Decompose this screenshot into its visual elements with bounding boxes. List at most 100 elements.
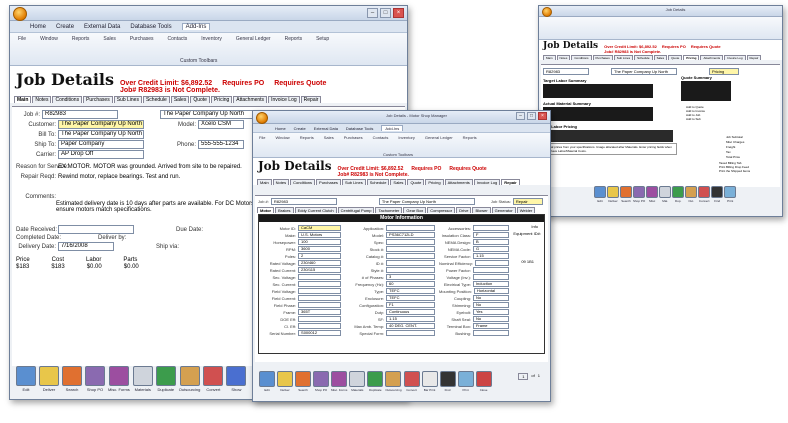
field-value[interactable]	[298, 323, 341, 329]
search-tool[interactable]: Search	[620, 186, 632, 203]
office-button-icon[interactable]	[542, 7, 552, 17]
job-status-field[interactable]: Repair	[512, 198, 543, 205]
field-value[interactable]: 3	[386, 274, 435, 280]
field-value[interactable]	[472, 330, 509, 336]
job-company-field[interactable]: The Paper Company Up North	[378, 198, 475, 205]
ribbon-tab-database-tools[interactable]: Database Tools	[130, 24, 171, 30]
tab-purchases[interactable]: Purchases	[83, 96, 113, 103]
field-value[interactable]	[298, 274, 341, 280]
field-value[interactable]	[298, 281, 341, 287]
field-value[interactable]: S000012	[298, 330, 341, 336]
field-value[interactable]	[386, 253, 435, 259]
close-button[interactable]: ×	[393, 8, 404, 18]
field-value[interactable]: U.S. Motors	[298, 232, 341, 238]
bill-to-field[interactable]: The Paper Company Up North	[58, 130, 144, 139]
tab-repair[interactable]: Repair	[300, 96, 322, 103]
menu-reports-2[interactable]: Reports	[463, 135, 477, 155]
ribbon-tab-external-data[interactable]: External Data	[314, 126, 338, 131]
minimize-button[interactable]: –	[516, 112, 525, 120]
date-received-field[interactable]	[58, 225, 134, 234]
reason-text[interactable]: EX MOTOR. MOTOR was grounded. Arrived fr…	[58, 164, 258, 170]
print-tool[interactable]: Print	[724, 186, 737, 203]
field-value[interactable]	[472, 267, 509, 273]
print-tool[interactable]: Print	[457, 371, 474, 392]
edit-tool[interactable]: Edit	[16, 366, 36, 392]
field-value[interactable]: 230/460	[298, 260, 341, 266]
menu-setup[interactable]: Setup	[316, 36, 329, 62]
search-tool[interactable]: Search	[295, 371, 311, 392]
tab-main[interactable]: Main	[14, 96, 32, 103]
print-shipped-checkbox[interactable]: Print the Shipped Items	[719, 169, 750, 173]
comments-text[interactable]: Estimated delivery date is 10 days after…	[56, 201, 256, 213]
menu-general-ledger[interactable]: General Ledger	[236, 36, 271, 62]
ribbon-tab-external-data[interactable]: External Data	[84, 24, 120, 30]
outsourcing-tool[interactable]: Outsourcing	[385, 371, 402, 392]
field-value[interactable]: G	[472, 246, 509, 252]
job-number-field[interactable]: R82983	[270, 198, 337, 205]
customer-field[interactable]: The Paper Company Up North	[58, 120, 144, 129]
tab-sub-lines[interactable]: Sub Lines	[113, 96, 142, 103]
field-value[interactable]	[298, 288, 341, 294]
field-value[interactable]: 3600	[298, 246, 341, 252]
field-value[interactable]: 2	[298, 253, 341, 259]
field-value[interactable]	[474, 260, 509, 266]
ribbon-tab-home[interactable]: Home	[275, 126, 286, 131]
edit-tool[interactable]: Edit	[594, 186, 606, 203]
tab-quote[interactable]: Quote	[190, 96, 210, 103]
minimize-button[interactable]: –	[367, 8, 378, 18]
job-company-field[interactable]: The Paper Company Up North	[611, 68, 677, 75]
subtab-drive[interactable]: Drive	[456, 207, 472, 213]
tab-sub-lines[interactable]: Sub Lines	[341, 179, 366, 185]
tab-invoice-log[interactable]: Invoice Log	[724, 55, 746, 60]
tab-sales[interactable]: Sales	[653, 55, 668, 60]
close-tool[interactable]: Close	[475, 371, 492, 392]
duplicate-tool[interactable]: Dup.	[672, 186, 685, 203]
deliver-tool[interactable]: Deliver	[607, 186, 619, 203]
materials-tool[interactable]: Materials	[349, 371, 366, 392]
tab-notes[interactable]: Notes	[32, 96, 52, 103]
field-value[interactable]: F1	[386, 302, 435, 308]
tab-notes[interactable]: Notes	[272, 179, 290, 185]
tab-quote[interactable]: Quote	[668, 55, 683, 60]
ribbon-tab-create[interactable]: Create	[294, 126, 306, 131]
subtab-gear-box[interactable]: Gear Box	[403, 207, 427, 213]
field-value[interactable]	[298, 295, 341, 301]
tab-repair[interactable]: Repair	[746, 55, 762, 60]
field-value[interactable]: No	[472, 295, 509, 301]
field-value[interactable]: 1.15	[472, 253, 509, 259]
tab-pricing[interactable]: Pricing	[425, 179, 444, 185]
tab-purchases[interactable]: Purchases	[316, 179, 341, 185]
shop-po-tool[interactable]: Shop PO	[85, 366, 105, 392]
field-value[interactable]	[472, 274, 509, 280]
ship-to-field[interactable]: Paper Company	[58, 140, 144, 149]
repair-text[interactable]: Rewind motor, replace bearings. Test and…	[58, 174, 258, 180]
field-value[interactable]: Yes	[472, 309, 509, 315]
field-value[interactable]: No	[472, 302, 509, 308]
close-button[interactable]: ×	[538, 112, 547, 120]
tab-pricing[interactable]: Pricing	[210, 96, 233, 103]
show-tool[interactable]: Show	[226, 366, 247, 392]
field-value[interactable]: TEFC	[386, 295, 435, 301]
ribbon-tab-database-tools[interactable]: Database Tools	[346, 126, 374, 131]
ribbon-tab-create[interactable]: Create	[56, 24, 74, 30]
tab-main[interactable]: Main	[543, 55, 556, 60]
menu-window[interactable]: Window	[40, 36, 58, 62]
tab-invoice-log[interactable]: Invoice Log	[268, 96, 300, 103]
field-value[interactable]: Frame	[472, 323, 509, 329]
misc-forms-tool[interactable]: Misc. Forms	[331, 371, 347, 392]
menu-sales[interactable]: Sales	[324, 135, 334, 155]
ribbon-tab-add-ins[interactable]: Add-Ins	[181, 23, 211, 30]
tab-sales[interactable]: Sales	[390, 179, 407, 185]
pager-current[interactable]: 1	[518, 373, 529, 380]
bar-print-tool[interactable]: Bar Print	[421, 371, 438, 392]
job-number-field[interactable]: R82983	[42, 110, 118, 119]
convert-tool[interactable]: Convert	[698, 186, 711, 203]
tab-sales[interactable]: Sales	[170, 96, 190, 103]
tab-attachments[interactable]: Attachments	[233, 96, 268, 103]
field-value[interactable]	[386, 260, 435, 266]
field-value[interactable]: No	[472, 316, 509, 322]
deliver-tool[interactable]: Deliver	[277, 371, 293, 392]
duplicate-tool[interactable]: Duplicate	[155, 366, 176, 392]
menu-purchases[interactable]: Purchases	[344, 135, 363, 155]
field-value[interactable]: Induction	[472, 281, 509, 287]
